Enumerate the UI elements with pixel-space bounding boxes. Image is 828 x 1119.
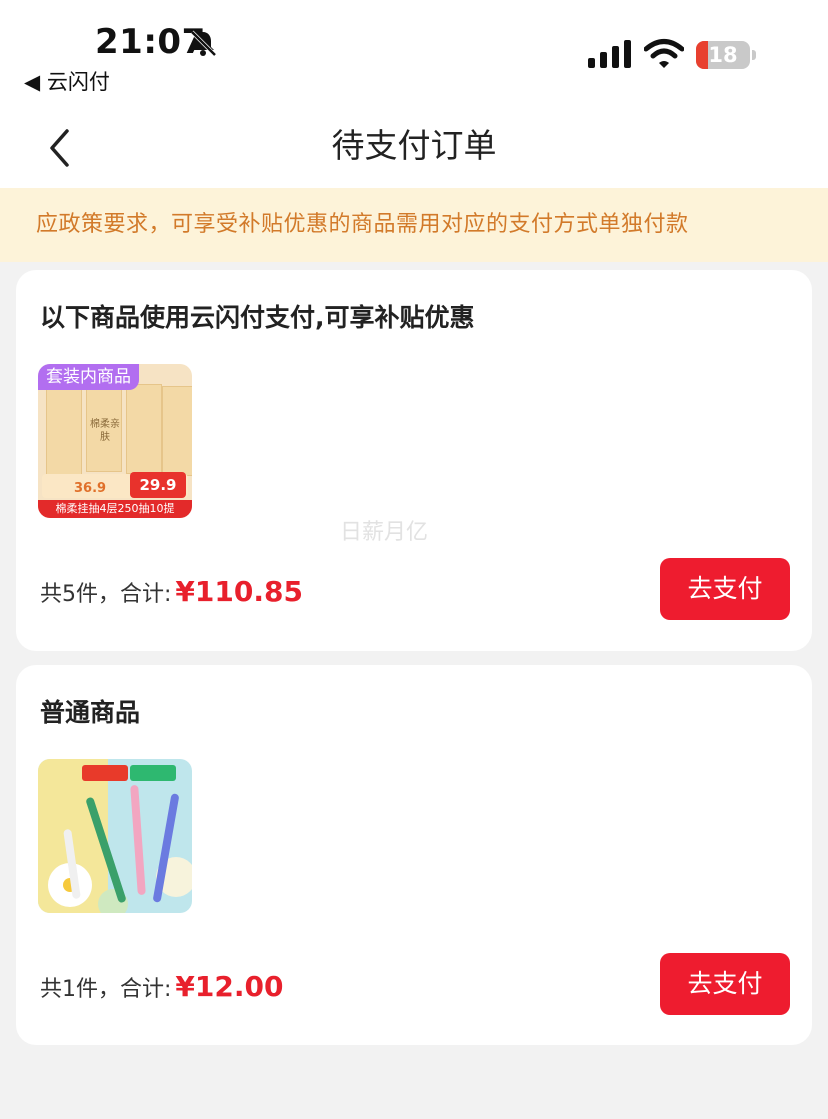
product-strip-text: 棉柔挂抽4层250抽10提 (38, 500, 192, 518)
back-to-app-link[interactable]: ◀ 云闪付 (24, 66, 110, 96)
order-total: ¥110.85 (175, 575, 303, 608)
bundle-tag: 套装内商品 (38, 364, 139, 390)
product-old-price: 36.9 (74, 481, 107, 496)
wifi-icon (644, 39, 684, 68)
order-total: ¥12.00 (175, 970, 284, 1003)
chevron-left-icon (50, 129, 69, 167)
pay-button[interactable]: 去支付 (660, 558, 790, 620)
page-title: 待支付订单 (331, 126, 497, 165)
order-card-title: 普通商品 (40, 698, 141, 727)
gel-pens-product-image (38, 759, 192, 913)
order-summary: 共5件，合计: ¥110.85 (40, 575, 303, 608)
signal-icon (588, 40, 631, 68)
order-summary: 共1件，合计: ¥12.00 (40, 970, 283, 1003)
pay-button[interactable]: 去支付 (660, 953, 790, 1015)
status-bar: 21:07 ◀ 云闪付 18 (0, 0, 828, 110)
item-count-label: 共5件，合计: (40, 582, 172, 607)
product-thumbnail[interactable]: 棉柔亲肤 套装内商品 36.9 29.9 棉柔挂抽4层250抽10提 (38, 364, 192, 518)
product-thumbnail[interactable] (38, 759, 192, 913)
bell-slash-icon (190, 30, 217, 57)
order-card-title: 以下商品使用云闪付支付,可享补贴优惠 (40, 303, 475, 332)
watermark: 日薪月亿 (340, 520, 429, 545)
product-box-text: 棉柔亲肤 (90, 419, 120, 443)
battery-level: 18 (708, 43, 738, 67)
item-count-label: 共1件，合计: (40, 977, 172, 1002)
nav-bar: 待支付订单 (0, 110, 828, 188)
back-button[interactable] (36, 124, 84, 172)
policy-notice: 应政策要求，可享受补贴优惠的商品需用对应的支付方式单独付款 (0, 188, 828, 262)
order-card: 以下商品使用云闪付支付,可享补贴优惠 棉柔亲肤 套装内商品 36.9 29.9 … (16, 270, 812, 651)
battery-icon: 18 (696, 41, 756, 69)
product-new-price: 29.9 (130, 472, 186, 498)
order-card: 普通商品 共1件，合计: ¥12.00 去支付 (16, 665, 812, 1045)
